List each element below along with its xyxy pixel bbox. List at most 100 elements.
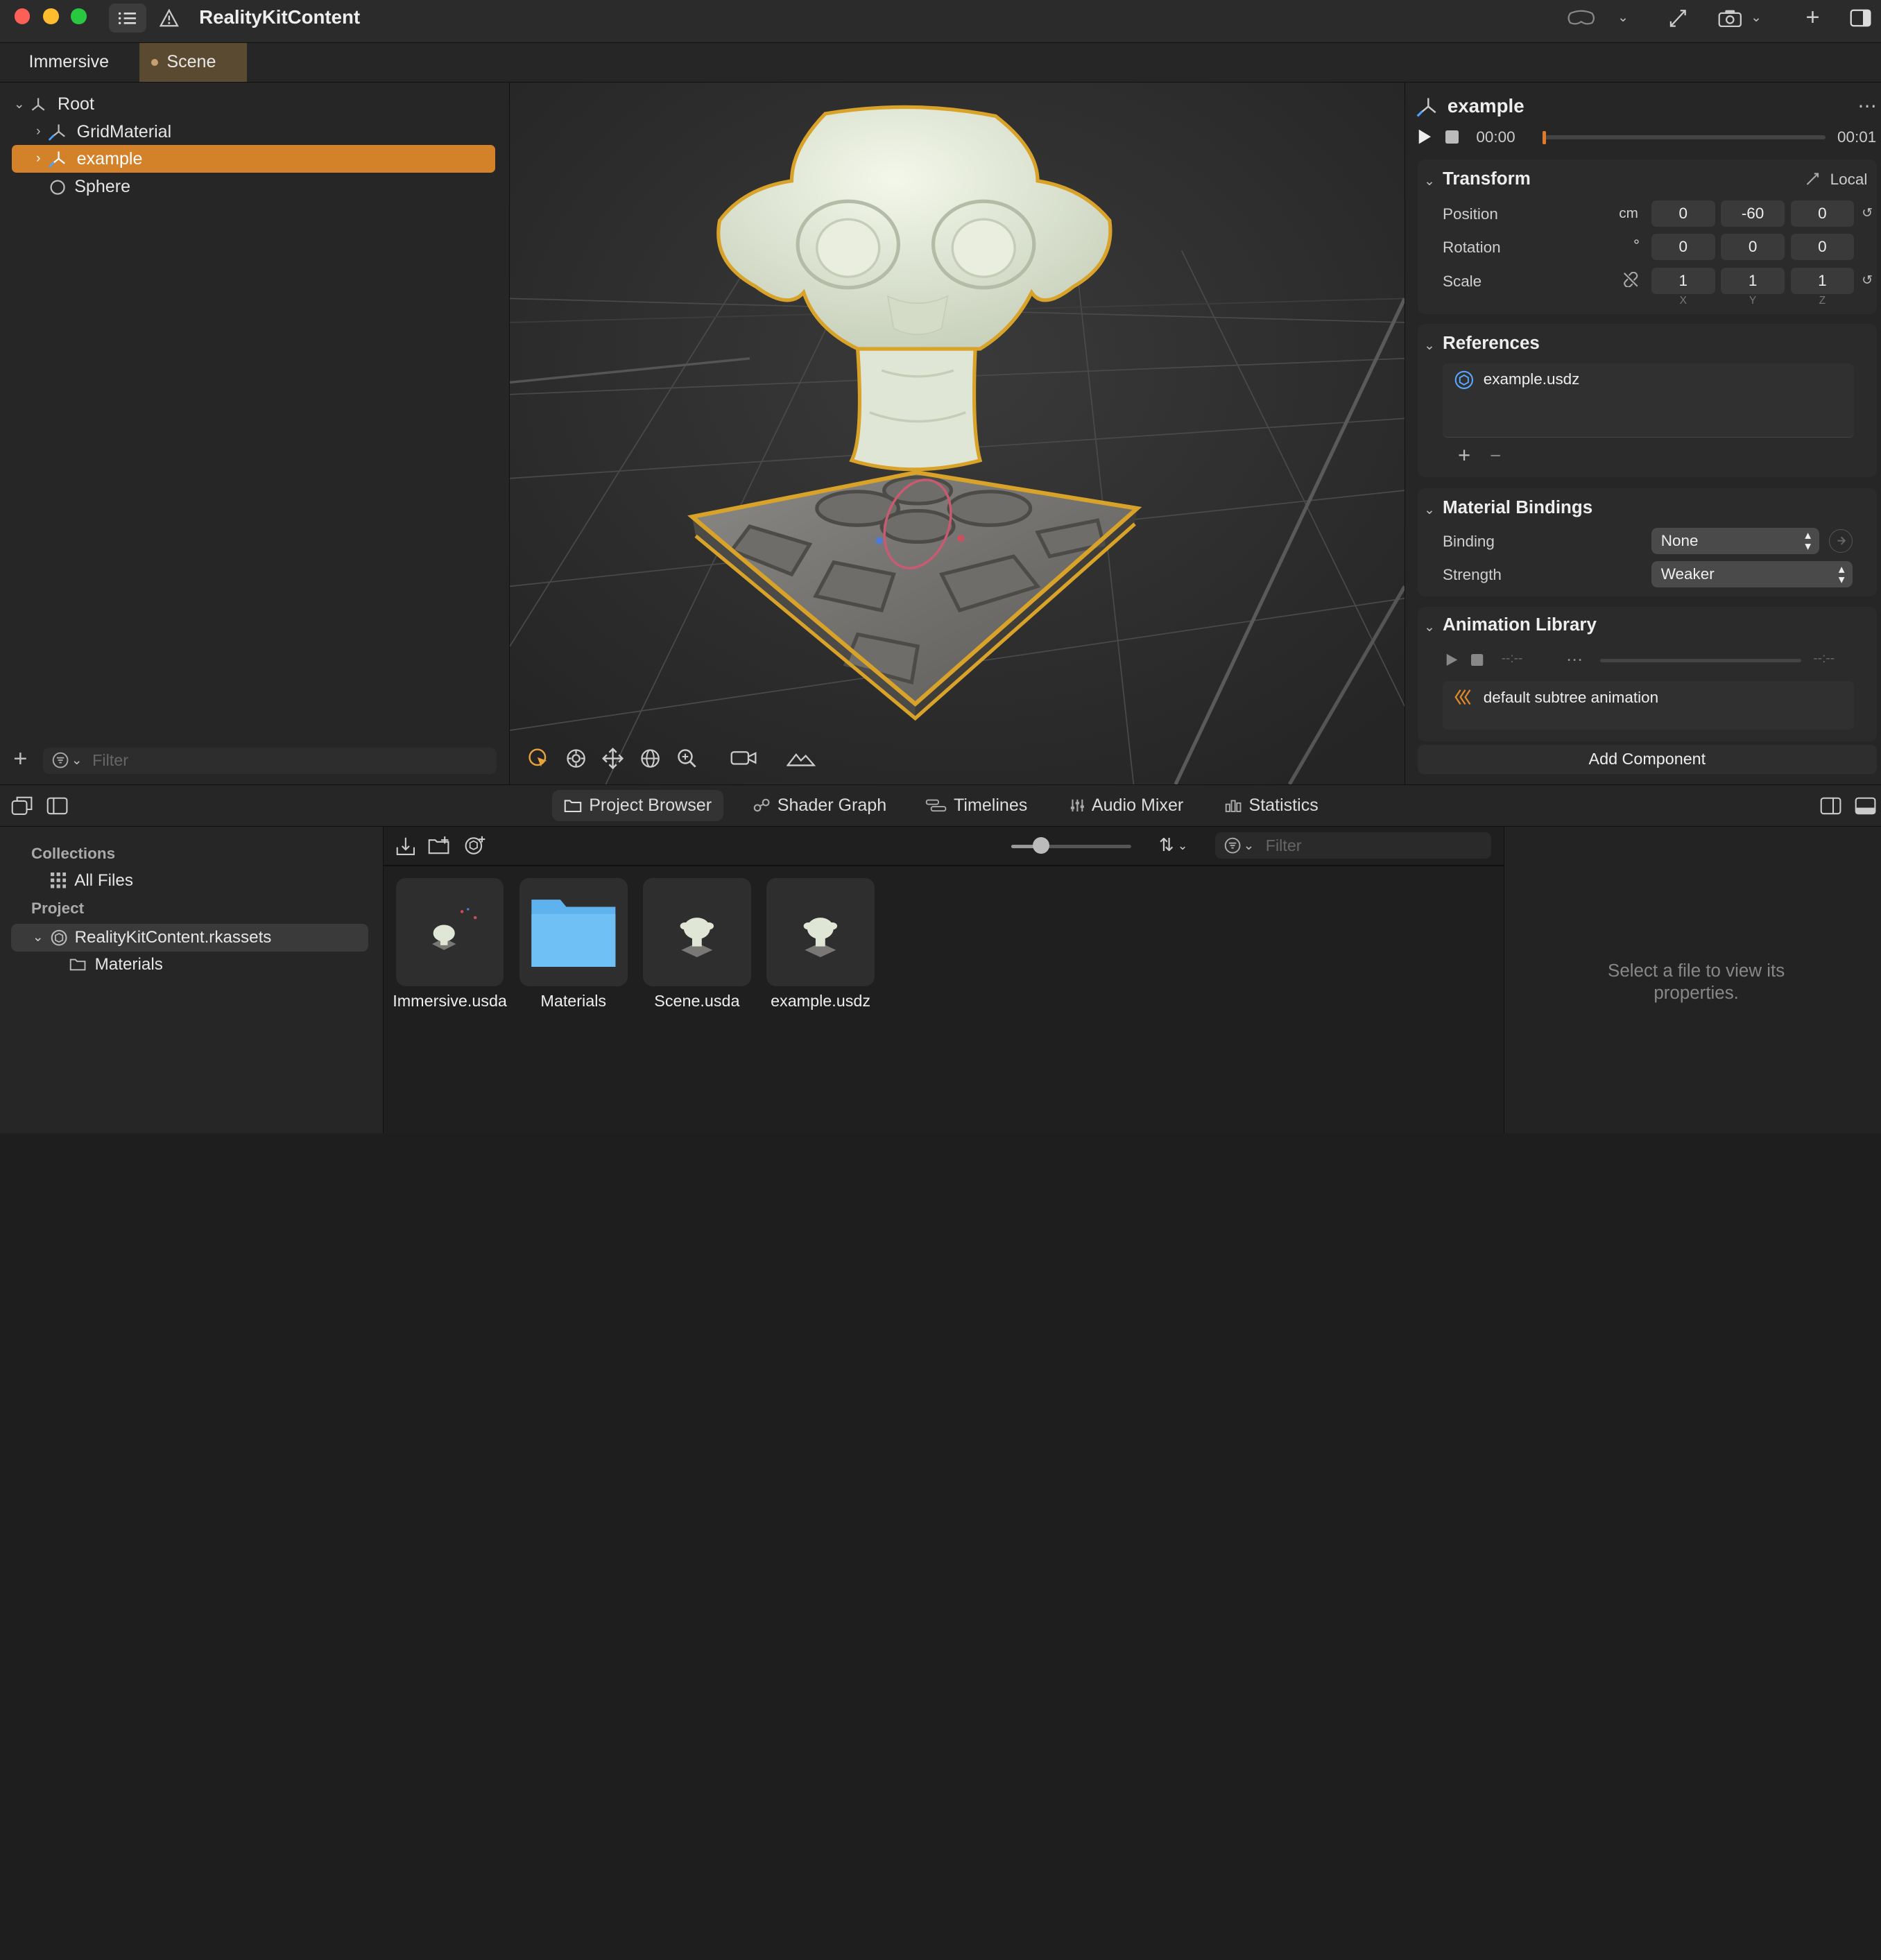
chevron-down-icon[interactable]: ⌄ bbox=[12, 96, 26, 112]
chevron-down-icon[interactable]: ⌄ bbox=[33, 929, 44, 945]
tree-item-example[interactable]: › example bbox=[12, 145, 496, 173]
zoom-tool-icon[interactable] bbox=[676, 746, 700, 771]
chevron-down-icon[interactable]: ⌄ bbox=[1613, 7, 1633, 28]
rotation-z-field[interactable]: 0 bbox=[1790, 234, 1855, 261]
camera-chevron-icon[interactable]: ⌄ bbox=[1748, 7, 1764, 28]
reset-scale-icon[interactable]: ↺ bbox=[1860, 273, 1875, 289]
file-tile-scene[interactable] bbox=[643, 878, 751, 986]
new-folder-icon[interactable] bbox=[427, 835, 452, 857]
file-tile-materials[interactable] bbox=[519, 878, 628, 986]
orbit-tool-icon[interactable] bbox=[564, 746, 588, 771]
transform-gizmo-icon[interactable] bbox=[1664, 5, 1693, 31]
more-options-icon[interactable]: ⋯ bbox=[1857, 95, 1878, 117]
chevron-down-icon[interactable]: ⌄ bbox=[1423, 501, 1437, 518]
all-files-item[interactable]: All Files bbox=[50, 871, 133, 891]
add-component-button[interactable]: Add Component bbox=[1417, 745, 1878, 774]
animation-play-icon[interactable] bbox=[1444, 651, 1461, 668]
sidebar-list-icon[interactable] bbox=[109, 3, 146, 33]
thumbnail-size-knob[interactable] bbox=[1033, 837, 1050, 854]
scale-x-field[interactable]: 1 bbox=[1651, 267, 1715, 294]
materials-folder-item[interactable]: Materials bbox=[69, 955, 163, 974]
rotate-tool-icon[interactable] bbox=[638, 746, 662, 771]
left-sidebar-toggle-icon[interactable] bbox=[46, 795, 70, 816]
add-entity-icon[interactable]: + bbox=[10, 746, 31, 772]
add-reference-icon[interactable]: + bbox=[1454, 443, 1475, 467]
camera-icon[interactable] bbox=[1715, 5, 1744, 31]
right-sidebar-toggle-icon[interactable] bbox=[1819, 795, 1843, 816]
local-space-icon bbox=[1807, 173, 1819, 186]
axis-label-x: X bbox=[1679, 295, 1687, 307]
close-window-button[interactable] bbox=[14, 8, 31, 24]
bottom-panel-toggle-icon[interactable] bbox=[1853, 795, 1878, 816]
folder-icon bbox=[70, 958, 86, 971]
minimize-window-button[interactable] bbox=[43, 8, 59, 24]
thumbnail-size-slider[interactable] bbox=[1011, 837, 1131, 854]
browser-filter-field[interactable]: ⌄ Filter bbox=[1215, 832, 1491, 859]
entity-icon bbox=[26, 95, 51, 114]
chevron-down-icon[interactable]: ⌄ bbox=[1423, 619, 1437, 635]
timeline-scrubber[interactable] bbox=[1542, 130, 1826, 144]
material-bindings-title: Material Bindings bbox=[1442, 497, 1593, 517]
file-tile-example[interactable] bbox=[766, 878, 875, 986]
hierarchy-filter-field[interactable]: ⌄ Filter bbox=[43, 747, 497, 774]
strength-label: Strength bbox=[1442, 566, 1502, 584]
remove-reference-icon[interactable]: − bbox=[1485, 445, 1506, 467]
rotation-y-field[interactable]: 0 bbox=[1721, 234, 1785, 261]
statistics-icon bbox=[1225, 800, 1242, 813]
play-icon[interactable] bbox=[1415, 127, 1434, 146]
reference-item[interactable]: example.usdz bbox=[1484, 370, 1580, 388]
scene-viewport[interactable] bbox=[510, 83, 1405, 785]
tree-item-root[interactable]: ⌄ Root bbox=[12, 91, 94, 117]
import-icon[interactable] bbox=[395, 835, 416, 857]
animation-more-icon[interactable]: ⋯ bbox=[1565, 651, 1584, 669]
timeline-playhead[interactable] bbox=[1542, 130, 1546, 144]
unlink-icon[interactable] bbox=[1622, 271, 1639, 288]
position-z-field[interactable]: 0 bbox=[1790, 200, 1855, 227]
document-tab-bar: Immersive Scene bbox=[0, 43, 1881, 83]
sphere-icon bbox=[48, 178, 67, 197]
binding-select[interactable]: None ▴ ▾ bbox=[1651, 528, 1820, 555]
tab-scene[interactable]: Scene bbox=[139, 43, 248, 82]
chevron-right-icon[interactable]: › bbox=[31, 151, 46, 166]
scale-z-field[interactable]: 1 bbox=[1790, 267, 1855, 294]
position-x-field[interactable]: 0 bbox=[1651, 200, 1715, 227]
tree-item-sphere[interactable]: Sphere bbox=[12, 174, 130, 200]
strength-select[interactable]: Weaker ▴ ▾ bbox=[1651, 561, 1853, 588]
zoom-window-button[interactable] bbox=[71, 8, 87, 24]
select-tool-icon[interactable] bbox=[526, 746, 551, 771]
rotation-label: Rotation bbox=[1442, 239, 1501, 257]
tab-shader-graph[interactable]: Shader Graph bbox=[741, 790, 899, 821]
animation-stop-icon[interactable] bbox=[1470, 653, 1485, 667]
camera-options-icon[interactable] bbox=[729, 746, 758, 771]
chevron-down-icon[interactable]: ⌄ bbox=[1423, 173, 1437, 189]
animation-item[interactable]: default subtree animation bbox=[1484, 689, 1658, 707]
filter-menu-icon[interactable]: ⌄ bbox=[1222, 836, 1255, 856]
file-tile-immersive[interactable] bbox=[395, 878, 504, 986]
window-stack-icon[interactable] bbox=[10, 795, 34, 816]
chevron-right-icon[interactable]: › bbox=[31, 124, 46, 139]
sort-icon[interactable]: ⇅ ⌄ bbox=[1151, 835, 1194, 857]
tab-immersive[interactable]: Immersive bbox=[17, 43, 121, 81]
coordinate-space-button[interactable]: Local bbox=[1805, 171, 1867, 189]
tab-statistics[interactable]: Statistics bbox=[1213, 790, 1330, 821]
move-tool-icon[interactable] bbox=[601, 746, 625, 771]
tree-item-gridmaterial[interactable]: › GridMaterial bbox=[12, 119, 171, 145]
inspector-toggle-icon[interactable] bbox=[1848, 6, 1874, 31]
tab-project-browser[interactable]: Project Browser bbox=[551, 790, 724, 822]
animation-scrubber[interactable] bbox=[1599, 658, 1802, 662]
tab-timelines[interactable]: Timelines bbox=[913, 790, 1039, 821]
add-icon[interactable]: + bbox=[1799, 3, 1826, 33]
package-item[interactable]: ⌄ RealityKitContent.rkassets bbox=[10, 923, 368, 952]
filter-menu-icon[interactable]: ⌄ bbox=[51, 751, 84, 771]
environment-icon[interactable] bbox=[786, 746, 817, 771]
chevron-down-icon[interactable]: ⌄ bbox=[1423, 337, 1437, 354]
warning-icon[interactable] bbox=[157, 6, 182, 31]
new-scene-icon[interactable] bbox=[463, 835, 488, 857]
vision-pro-icon[interactable] bbox=[1565, 7, 1597, 28]
rotation-x-field[interactable]: 0 bbox=[1651, 234, 1715, 261]
position-y-field[interactable]: -60 bbox=[1721, 200, 1785, 227]
scale-y-field[interactable]: 1 bbox=[1721, 267, 1785, 294]
reset-position-icon[interactable]: ↺ bbox=[1860, 205, 1875, 222]
stop-icon[interactable] bbox=[1444, 128, 1461, 145]
tab-audio-mixer[interactable]: Audio Mixer bbox=[1058, 790, 1196, 821]
